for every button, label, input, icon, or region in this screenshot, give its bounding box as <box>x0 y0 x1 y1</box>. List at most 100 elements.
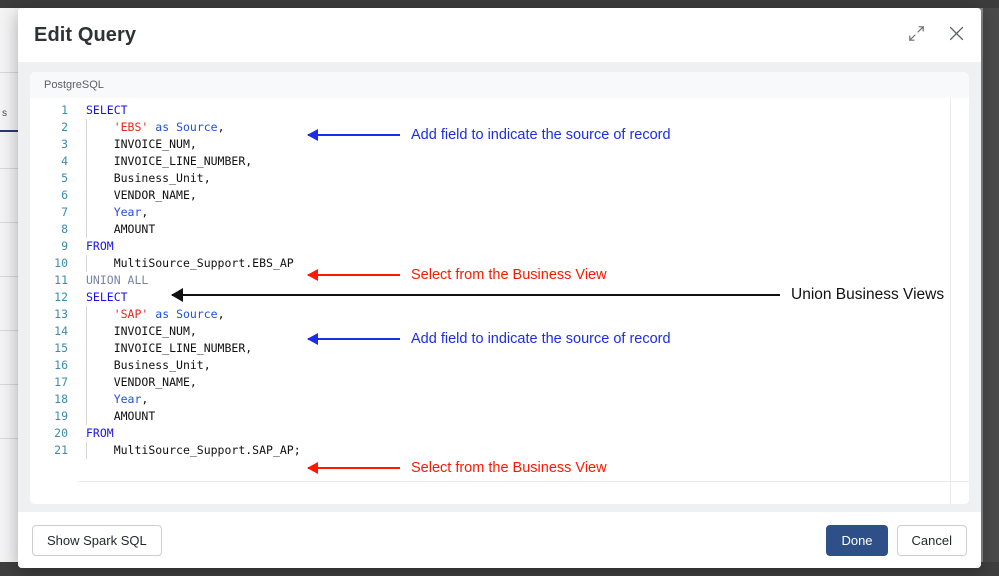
code-line-text: INVOICE_LINE_NUMBER, <box>78 340 969 357</box>
close-x-icon[interactable] <box>945 22 967 44</box>
background-right-strip <box>983 8 999 576</box>
code-line-text: INVOICE_LINE_NUMBER, <box>78 153 969 170</box>
editor-right-edge <box>950 98 951 504</box>
code-line-text: VENDOR_NAME, <box>78 187 969 204</box>
code-line-text: 'EBS' as Source, <box>78 119 969 136</box>
indent-guide <box>86 306 87 323</box>
done-button[interactable]: Done <box>826 524 888 556</box>
code-line-text: FROM <box>78 238 969 255</box>
line-number: 4 <box>61 154 68 168</box>
dialog-body: PostgreSQL 1 SELECT 2 'EBS' as Source, 3 IN… <box>18 62 981 512</box>
indent-guide <box>86 255 87 272</box>
code-line[interactable]: 7 Year, <box>30 204 969 221</box>
line-number: 17 <box>54 375 68 389</box>
indent-guide <box>86 374 87 391</box>
code-line[interactable]: 6 VENDOR_NAME, <box>30 187 969 204</box>
code-line[interactable]: 16 Business_Unit, <box>30 357 969 374</box>
code-line-text: AMOUNT <box>78 408 969 425</box>
code-token: UNION ALL <box>86 273 149 287</box>
code-token: as <box>155 307 170 321</box>
indent-guide <box>86 170 87 187</box>
code-line[interactable]: 20 FROM <box>30 425 969 442</box>
code-line[interactable]: 13 'SAP' as Source, <box>30 306 969 323</box>
code-token: AMOUNT <box>113 222 156 236</box>
line-number: 15 <box>54 341 68 355</box>
code-line-text: Business_Unit, <box>78 357 969 374</box>
code-token: Year <box>113 205 142 219</box>
code-line[interactable]: 1 SELECT <box>30 102 969 119</box>
code-line[interactable]: 18 Year, <box>30 391 969 408</box>
line-number: 3 <box>61 137 68 151</box>
code-token: Source <box>176 307 218 321</box>
code-line[interactable]: 15 INVOICE_LINE_NUMBER, <box>30 340 969 357</box>
code-token: INVOICE_NUM, <box>113 324 197 338</box>
indent-guide <box>86 221 87 238</box>
line-number: 21 <box>54 443 68 457</box>
code-token: VENDOR_NAME, <box>113 188 197 202</box>
expand-diagonal-icon[interactable] <box>905 22 927 44</box>
code-line-text: Business_Unit, <box>78 170 969 187</box>
code-token: Year <box>113 392 142 406</box>
line-number: 7 <box>61 205 68 219</box>
code-line[interactable]: 17 VENDOR_NAME, <box>30 374 969 391</box>
footer-action-group: Done Cancel <box>826 524 967 556</box>
code-line[interactable]: 10 MultiSource_Support.EBS_AP <box>30 255 969 272</box>
code-line-text: Year, <box>78 391 969 408</box>
code-line-text: SELECT <box>78 102 969 119</box>
cancel-button[interactable]: Cancel <box>896 524 967 556</box>
line-number: 2 <box>61 120 68 134</box>
background-top-bar <box>0 0 999 8</box>
code-line[interactable]: 9 FROM <box>30 238 969 255</box>
line-number: 9 <box>61 239 68 253</box>
code-line-text: INVOICE_NUM, <box>78 136 969 153</box>
sql-dialect-label: PostgreSQL <box>44 79 104 91</box>
line-number: 16 <box>54 358 68 372</box>
code-token: , <box>217 307 225 321</box>
indent-guide <box>86 357 87 374</box>
line-number: 1 <box>61 103 68 117</box>
code-token: Source <box>176 120 218 134</box>
line-number: 11 <box>54 273 68 287</box>
code-line-text: Year, <box>78 204 969 221</box>
line-number: 20 <box>54 426 68 440</box>
code-line[interactable]: 19 AMOUNT <box>30 408 969 425</box>
code-line-text: AMOUNT <box>78 221 969 238</box>
code-line-text: INVOICE_NUM, <box>78 323 969 340</box>
code-token: Business_Unit, <box>113 358 211 372</box>
indent-guide <box>86 204 87 221</box>
code-token: , <box>141 205 149 219</box>
page-title: Edit Query <box>34 23 137 46</box>
code-line[interactable]: 14 INVOICE_NUM, <box>30 323 969 340</box>
code-line[interactable]: 5 Business_Unit, <box>30 170 969 187</box>
code-token: AMOUNT <box>113 409 156 423</box>
line-number: 8 <box>61 222 68 236</box>
line-number: 10 <box>54 256 68 270</box>
line-number: 18 <box>54 392 68 406</box>
code-token: Business_Unit, <box>113 171 211 185</box>
line-number: 5 <box>61 171 68 185</box>
show-spark-sql-button[interactable]: Show Spark SQL <box>32 524 162 556</box>
code-token: , <box>217 120 225 134</box>
code-line-text: FROM <box>78 425 969 442</box>
code-line-text: UNION ALL <box>78 272 969 289</box>
code-token: SELECT <box>86 290 128 304</box>
sql-code-scroll-region[interactable]: 1 SELECT 2 'EBS' as Source, 3 INVOICE_NUM, 4… <box>30 98 969 504</box>
code-token: INVOICE_LINE_NUMBER, <box>113 154 253 168</box>
dialog-footer: Show Spark SQL Done Cancel <box>18 512 981 568</box>
indent-guide <box>86 442 87 459</box>
code-line[interactable]: 2 'EBS' as Source, <box>30 119 969 136</box>
code-line[interactable]: 8 AMOUNT <box>30 221 969 238</box>
sql-code-editor[interactable]: 1 SELECT 2 'EBS' as Source, 3 INVOICE_NUM, 4… <box>30 102 969 504</box>
sql-dialect-bar: PostgreSQL <box>30 72 969 98</box>
dialog-header: Edit Query <box>18 8 981 62</box>
code-line-text: MultiSource_Support.SAP_AP; <box>78 442 969 459</box>
code-line-text: VENDOR_NAME, <box>78 374 969 391</box>
code-line[interactable]: 11 UNION ALL <box>30 272 969 289</box>
code-token: SELECT <box>86 103 128 117</box>
code-line[interactable]: 12 SELECT <box>30 289 969 306</box>
code-line[interactable]: 4 INVOICE_LINE_NUMBER, <box>30 153 969 170</box>
code-line[interactable]: 3 INVOICE_NUM, <box>30 136 969 153</box>
code-line-text: SELECT <box>78 289 969 306</box>
code-line[interactable]: 21 MultiSource_Support.SAP_AP; <box>30 442 969 459</box>
indent-guide <box>86 119 87 136</box>
